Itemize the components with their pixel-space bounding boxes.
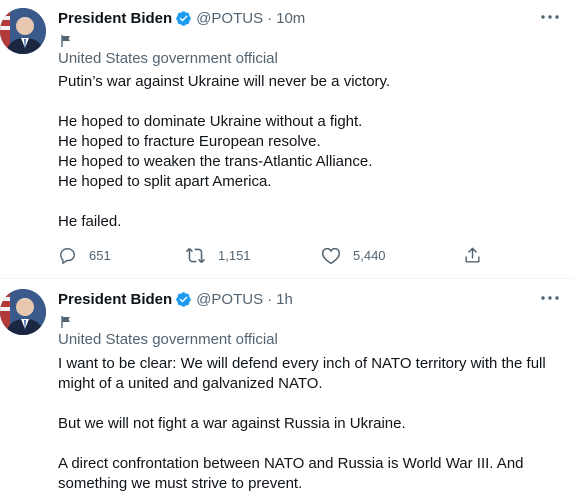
tweet-paragraph: A direct confrontation between NATO and … [58,455,528,492]
retweet-count: 1,151 [218,247,251,263]
avatar[interactable] [0,289,46,335]
reply-icon [60,247,75,265]
tweet-header: President Biden @POTUS · 1h [58,289,293,309]
verified-badge-icon [175,10,192,27]
flag-icon [59,315,73,329]
share-icon [465,247,480,263]
author-name[interactable]: President Biden [58,291,172,308]
tweet[interactable]: President Biden @POTUS · 10m United Stat… [0,0,573,279]
like-count: 5,440 [353,247,386,263]
tweet-paragraph: I want to be clear: We will defend every… [58,355,550,392]
tweet-paragraph: Putin’s war against Ukraine will never b… [58,73,391,90]
more-icon[interactable] [539,289,561,307]
tweet-header: President Biden @POTUS · 10m [58,8,305,28]
author-handle[interactable]: @POTUS [196,10,263,27]
author-name[interactable]: President Biden [58,10,172,27]
tweet-timestamp[interactable]: 10m [276,10,305,27]
verified-badge-icon [175,291,192,308]
tweet[interactable]: President Biden @POTUS · 1h United State… [0,279,573,500]
retweet-button[interactable]: 1,151 [185,243,251,267]
tweet-paragraph: He hoped to dominate Ukraine without a f… [58,113,373,190]
tweet-text: Putin’s war against Ukraine will never b… [58,72,563,232]
tweet-paragraph: But we will not fight a war against Russ… [58,415,406,432]
like-button[interactable]: 5,440 [321,243,386,267]
tweet-timestamp[interactable]: 1h [276,291,293,308]
like-icon [321,247,341,264]
reply-count: 651 [89,247,111,263]
retweet-icon [185,247,206,263]
tweet-actions: 651 1,151 5,440 [58,243,508,267]
avatar[interactable] [0,8,46,54]
author-handle[interactable]: @POTUS [196,291,263,308]
tweet-text: I want to be clear: We will defend every… [58,354,563,494]
reply-button[interactable]: 651 [58,243,111,267]
share-button[interactable] [463,243,482,267]
flag-icon [59,34,73,48]
more-icon[interactable] [539,8,561,26]
government-label: United States government official [58,50,278,67]
government-label: United States government official [58,331,278,348]
tweet-paragraph: He failed. [58,213,122,230]
separator-dot: · [267,9,273,27]
separator-dot: · [267,290,273,308]
